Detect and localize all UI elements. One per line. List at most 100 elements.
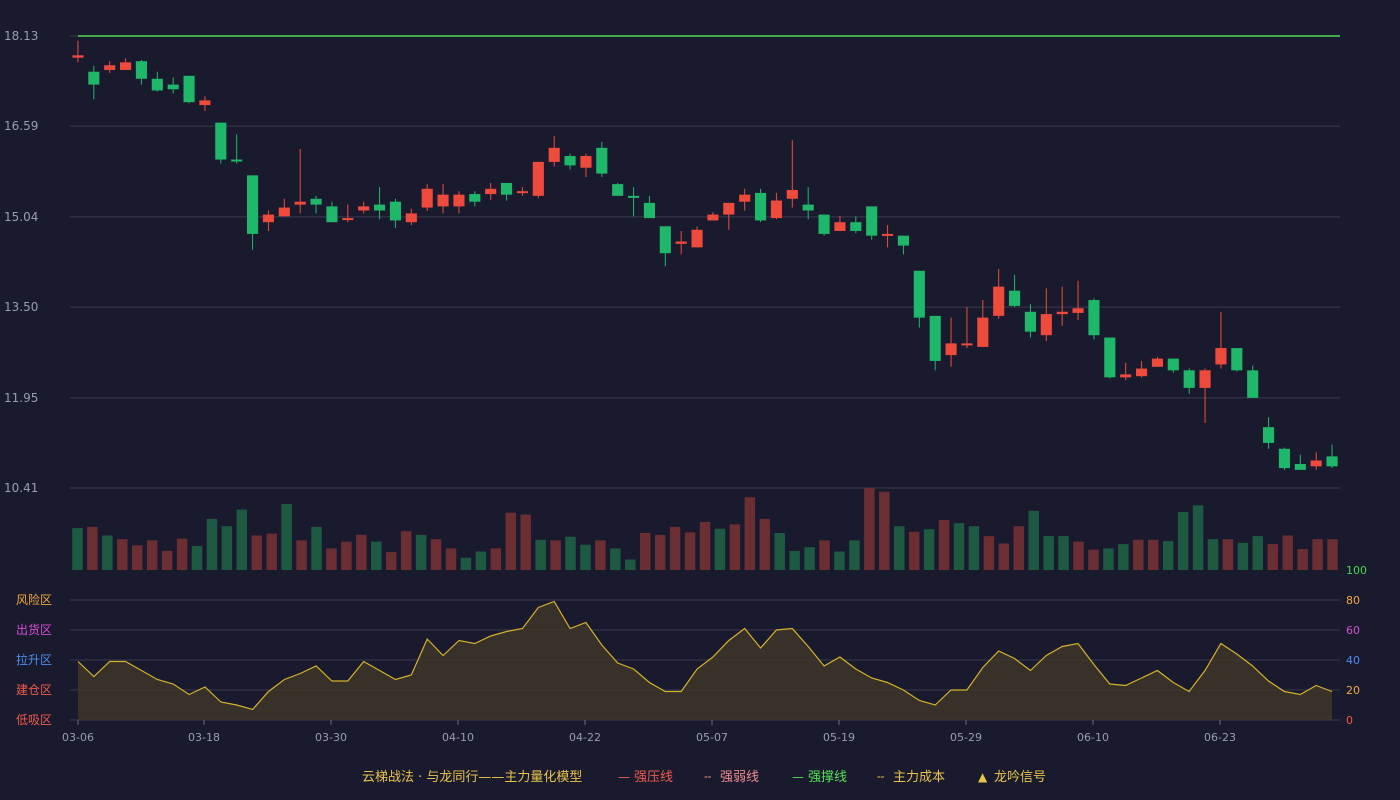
volume-bar — [625, 559, 636, 570]
volume-bar — [1148, 539, 1159, 570]
candle-body — [993, 286, 1005, 316]
candle-body — [866, 206, 878, 236]
volume-bar — [191, 545, 203, 570]
candle-body — [167, 84, 179, 90]
indicator-area — [78, 601, 1332, 720]
candle-body — [199, 100, 211, 106]
legend-label: 强压线 — [634, 770, 673, 785]
candle-body — [151, 78, 163, 91]
volume-bar — [371, 541, 382, 570]
zone-label: 建仓区 — [16, 683, 52, 697]
volume-bar — [908, 531, 920, 570]
volume-bar — [1013, 526, 1024, 570]
candle-body — [945, 343, 957, 356]
candle-body — [1215, 348, 1227, 365]
volume-bar — [146, 540, 158, 570]
candle-body — [1263, 427, 1275, 443]
volume-bar — [1133, 539, 1144, 570]
date-tick-label: 03-06 — [62, 731, 94, 744]
zone-label: 拉升区 — [16, 652, 52, 667]
volume-bar — [759, 518, 770, 570]
candle-body — [755, 192, 767, 221]
candle-body — [1199, 370, 1211, 388]
candle-body — [659, 226, 671, 254]
volume-bar — [879, 491, 890, 570]
candle-body — [628, 195, 640, 198]
zone-label: 低吸区 — [16, 713, 52, 727]
legend-label: 龙吟信号 — [994, 769, 1046, 785]
volume-bar — [505, 512, 516, 570]
volume-bar — [520, 514, 531, 570]
legend-symbol: — — [792, 770, 804, 784]
volume-bar — [311, 526, 322, 570]
candle-body — [231, 159, 243, 162]
candle-body — [580, 156, 592, 168]
indicator-tick-label: 80 — [1346, 594, 1360, 607]
legend: 云梯战法 · 与龙同行——主力量化模型 — 强压线 ╌ 强弱线 — 强撑线 ╌ 主力成本 ▲ 龙吟信… — [362, 769, 1046, 785]
candle-body — [596, 147, 608, 174]
candle-body — [374, 204, 386, 211]
volume-bar — [699, 521, 711, 570]
volume-bars — [72, 488, 1338, 570]
candle-body — [88, 71, 100, 85]
grid-lines — [70, 35, 1340, 489]
price-axis: 18.13 16.59 15.04 13.50 11.95 10.41 — [4, 29, 38, 495]
legend-label: 强撑线 — [808, 770, 847, 785]
volume-bar — [1118, 544, 1129, 570]
volume-bar — [1043, 536, 1054, 570]
indicator-panel: 风险区出货区拉升区建仓区低吸区 100 80 60 40 20 0 — [16, 564, 1367, 727]
volume-bar — [938, 520, 950, 570]
legend-symbol: ▲ — [978, 770, 988, 784]
volume-bar — [356, 534, 367, 570]
date-tick-label: 05-19 — [823, 731, 855, 744]
candle-body — [437, 194, 449, 207]
date-tick-label: 06-10 — [1077, 731, 1109, 744]
indicator-tick-label: 40 — [1346, 654, 1360, 667]
volume-bar — [669, 526, 681, 570]
candle-body — [1183, 370, 1195, 388]
candle-body — [818, 214, 830, 234]
legend-symbol: — — [618, 770, 630, 784]
candle-body — [882, 233, 894, 236]
volume-bar — [206, 518, 218, 570]
candle-body — [786, 189, 798, 199]
candle-body — [120, 62, 132, 70]
volume-bar — [1103, 548, 1114, 570]
candle-body — [485, 188, 497, 195]
candle-body — [278, 207, 290, 217]
volume-bar — [400, 531, 412, 570]
candle-body — [183, 75, 195, 103]
candle-body — [1009, 290, 1021, 306]
candle-body — [1072, 308, 1084, 313]
candle-body — [691, 229, 703, 248]
volume-bar — [490, 548, 502, 570]
volume-bar — [894, 526, 905, 570]
volume-bar — [1297, 549, 1308, 570]
candle-body — [389, 201, 401, 221]
volume-bar — [684, 532, 696, 570]
legend-symbol: ╌ — [877, 770, 884, 784]
candle-body — [897, 235, 909, 246]
candle-body — [707, 214, 719, 221]
volume-bar — [550, 540, 561, 570]
candle-body — [1326, 456, 1338, 467]
indicator-tick-label: 100 — [1346, 564, 1367, 577]
volume-bar — [117, 539, 128, 570]
candle-body — [1231, 348, 1243, 371]
candle-body — [977, 317, 989, 347]
volume-bar — [580, 544, 591, 570]
price-tick-label: 10.41 — [4, 481, 38, 495]
volume-bar — [849, 540, 860, 570]
date-axis: 03-06 03-18 03-30 04-10 04-22 05-07 05-19 05-29… — [62, 720, 1236, 744]
candle-body — [913, 270, 925, 318]
candle-body — [834, 222, 846, 231]
volume-bar — [1312, 539, 1323, 570]
volume-bar — [445, 548, 457, 570]
volume-bar — [640, 533, 651, 570]
volume-bar — [804, 547, 815, 570]
date-tick-label: 04-22 — [569, 731, 601, 744]
candle-body — [1310, 460, 1322, 467]
indicator-tick-label: 0 — [1346, 714, 1353, 727]
volume-bar — [864, 488, 875, 570]
candle-body — [326, 206, 338, 223]
